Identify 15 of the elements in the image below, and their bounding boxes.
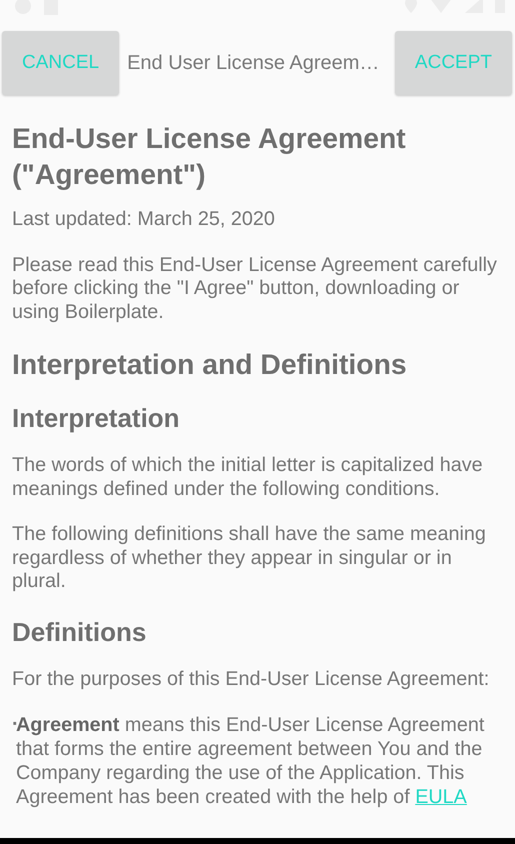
subsection-heading: Definitions: [12, 616, 148, 648]
bullet-marker: ·: [12, 713, 16, 735]
paragraph: Please read this End-User License Agreement carefully before clicking the "I Agree" button, downloading or using Boilerplate.: [12, 254, 498, 324]
accept-button[interactable]: ACCEPT: [394, 31, 512, 95]
eula-link[interactable]: EULA: [415, 786, 467, 808]
section-heading: Interpretation and Definitions: [12, 347, 408, 382]
list-item-text: Agreement means this End-User License Agreement that forms the entire agreement between You and the Company regarding the use of the Application. This Agreement has been created with the help of EULA: [16, 713, 486, 809]
paragraph: The following definitions shall have the same meaning regardless of whether they appear in singular or in plural.: [12, 523, 487, 594]
page-title: End User License Agreem…: [127, 52, 380, 74]
paragraph: Last updated: March 25, 2020: [12, 208, 276, 232]
subsection-heading: Interpretation: [12, 402, 181, 434]
cancel-button[interactable]: CANCEL: [2, 31, 120, 95]
heading: End-User License Agreement ("Agreement"): [12, 121, 407, 192]
paragraph: For the purposes of this End-User License Agreement:: [12, 668, 490, 691]
paragraph: The words of which the initial letter is capitalized have meanings defined under the following conditions.: [12, 454, 484, 501]
